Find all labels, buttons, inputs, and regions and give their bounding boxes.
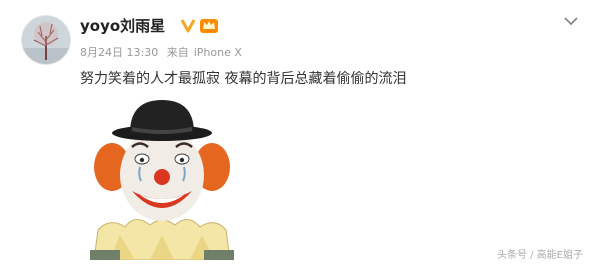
post-timestamp[interactable]: 8月24日 13:30 xyxy=(80,46,158,59)
username[interactable]: yoyo刘雨星 xyxy=(80,15,165,36)
vip-crown-icon[interactable] xyxy=(199,16,219,34)
avatar-tree-image xyxy=(22,16,70,64)
post-image-clown[interactable] xyxy=(80,95,244,260)
avatar[interactable] xyxy=(21,15,71,65)
chevron-down-icon[interactable] xyxy=(563,15,579,27)
source-prefix: 来自 xyxy=(166,46,189,59)
source-device[interactable]: iPhone X xyxy=(194,46,242,59)
verified-v-icon xyxy=(180,17,196,33)
post-text: 努力笑着的人才最孤寂 夜幕的背后总藏着偷偷的流泪 xyxy=(80,71,407,87)
post-meta: 8月24日 13:30 来自 iPhone X xyxy=(80,44,247,60)
clown-illustration xyxy=(80,95,244,260)
watermark: 头条号 / 高能E姐子 xyxy=(496,250,583,261)
